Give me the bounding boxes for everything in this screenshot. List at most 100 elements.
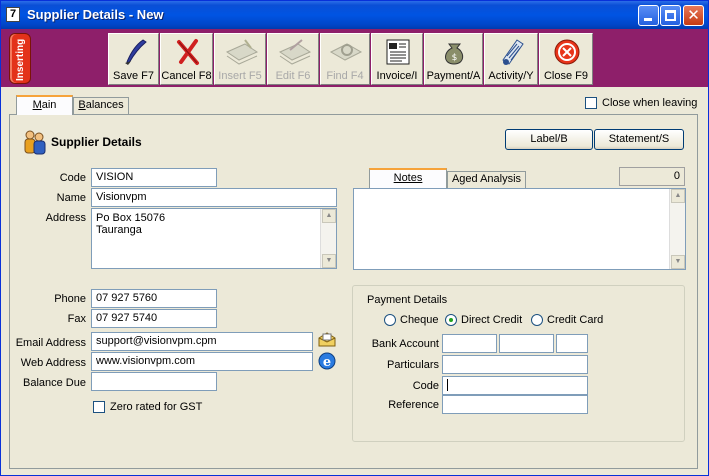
email-field[interactable]: support@visionvpm.cpm [91,332,313,351]
notes-textarea[interactable]: ▲ ▼ [353,188,686,270]
label-button[interactable]: Label/B [505,129,593,150]
section-title: Supplier Details [51,135,142,149]
bank-account-label: Bank Account [371,338,439,350]
radio-credit-card[interactable] [531,314,543,326]
address-label: Address [45,212,86,224]
tab-balances[interactable]: Balances [73,97,129,114]
close-f9-button[interactable]: Close F9 [539,33,593,85]
minimize-button[interactable] [638,5,659,26]
close-circle-icon [540,38,592,66]
people-icon [22,129,48,155]
close-f9-label: Close F9 [543,70,589,82]
supplier-details-window: 7 Supplier Details - New ✕ Inserting Sav… [0,0,709,476]
toolbar: Inserting Save F7 Cancel F8 Insert F5 Ed [1,29,708,87]
scroll-down-icon[interactable]: ▼ [671,255,685,269]
code-field[interactable]: VISION [91,168,217,187]
zero-rated-label: Zero rated for GST [110,401,203,413]
phone-label: Phone [54,293,86,305]
close-when-leaving-checkbox[interactable] [585,97,597,109]
browser-icon[interactable]: e [317,351,337,371]
payment-details-group: Payment Details Cheque Direct Credit Cre… [352,285,685,442]
web-field[interactable]: www.visionvpm.com [91,352,313,371]
window-title: Supplier Details - New [27,7,164,22]
bank-account-part-2[interactable] [499,334,554,353]
code-label: Code [59,172,86,184]
find-button[interactable]: Find F4 [320,33,370,85]
minimize-icon [644,18,652,21]
maximize-icon [665,10,676,21]
radio-direct-credit[interactable] [445,314,457,326]
balance-due-label: Balance Due [23,377,86,389]
activity-label: Activity/Y [488,70,534,82]
payment-details-label: Payment Details [367,294,448,306]
cancel-button[interactable]: Cancel F8 [160,33,213,85]
insert-button[interactable]: Insert F5 [214,33,266,85]
payment-code-label: Code [412,380,439,392]
tab-main[interactable]: Main [16,95,73,115]
particulars-label: Particulars [387,359,439,371]
tab-main-label: ain [41,99,57,111]
invoice-button[interactable]: Invoice/I [371,33,423,85]
reference-field[interactable] [442,395,588,414]
svg-text:e: e [323,355,331,370]
close-window-button[interactable]: ✕ [683,5,704,26]
edit-record-icon [268,38,318,66]
scroll-up-icon[interactable]: ▲ [671,189,685,203]
phone-field[interactable]: 07 927 5760 [91,289,217,308]
fax-field[interactable]: 07 927 5740 [91,309,217,328]
scroll-down-icon[interactable]: ▼ [322,254,336,268]
activity-scroll-icon [485,38,537,66]
radio-cheque[interactable] [384,314,396,326]
invoice-label: Invoice/I [376,70,418,82]
address-field[interactable]: Po Box 15076 Tauranga ▲ ▼ [91,208,337,269]
notes-counter: 0 [619,167,685,186]
name-field[interactable]: Visionvpm [91,188,337,207]
insert-record-icon [215,38,265,66]
edit-button[interactable]: Edit F6 [267,33,319,85]
notes-scrollbar[interactable]: ▲ ▼ [669,189,685,269]
tab-notes-label: Notes [393,172,423,184]
close-icon: ✕ [687,6,700,24]
send-email-icon[interactable] [317,330,337,350]
activity-button[interactable]: Activity/Y [484,33,538,85]
find-icon [321,38,369,66]
title-bar: 7 Supplier Details - New ✕ [1,1,708,29]
tab-notes[interactable]: Notes [369,168,447,188]
fax-label: Fax [67,313,86,325]
radio-cheque-label: Cheque [400,314,439,326]
text-cursor [447,379,448,391]
email-label: Email Address [15,337,86,349]
scroll-up-icon[interactable]: ▲ [322,209,336,223]
inserting-label: Inserting [15,38,26,81]
balance-due-field[interactable] [91,372,217,391]
svg-text:$: $ [452,53,458,63]
cancel-label: Cancel F8 [161,70,212,82]
tab-aged-analysis[interactable]: Aged Analysis [447,171,526,188]
tab-balances-label: alances [85,99,124,111]
invoice-icon [372,38,422,66]
app-icon[interactable]: 7 [6,7,20,22]
edit-label: Edit F6 [275,70,311,82]
bank-account-part-1[interactable] [442,334,497,353]
maximize-button[interactable] [660,5,681,26]
statement-button[interactable]: Statement/S [594,129,684,150]
payment-button[interactable]: $ Payment/A [424,33,483,85]
reference-label: Reference [388,399,439,411]
radio-direct-credit-label: Direct Credit [461,314,523,326]
web-label: Web Address [20,357,86,369]
inserting-status-badge: Inserting [9,33,31,84]
bank-account-part-3[interactable] [556,334,588,353]
name-label: Name [56,192,86,204]
payment-code-field[interactable] [442,376,588,395]
tab-balances-accel: B [78,99,86,111]
close-when-leaving-label: Close when leaving [602,97,698,109]
address-line-2: Tauranga [96,224,142,236]
address-scrollbar[interactable]: ▲ ▼ [320,209,336,268]
zero-rated-checkbox[interactable] [93,401,105,413]
address-line-1: Po Box 15076 [96,212,166,224]
save-button[interactable]: Save F7 [108,33,159,85]
payment-label: Payment/A [426,70,481,82]
insert-label: Insert F5 [218,70,262,82]
particulars-field[interactable] [442,355,588,374]
save-label: Save F7 [113,70,154,82]
